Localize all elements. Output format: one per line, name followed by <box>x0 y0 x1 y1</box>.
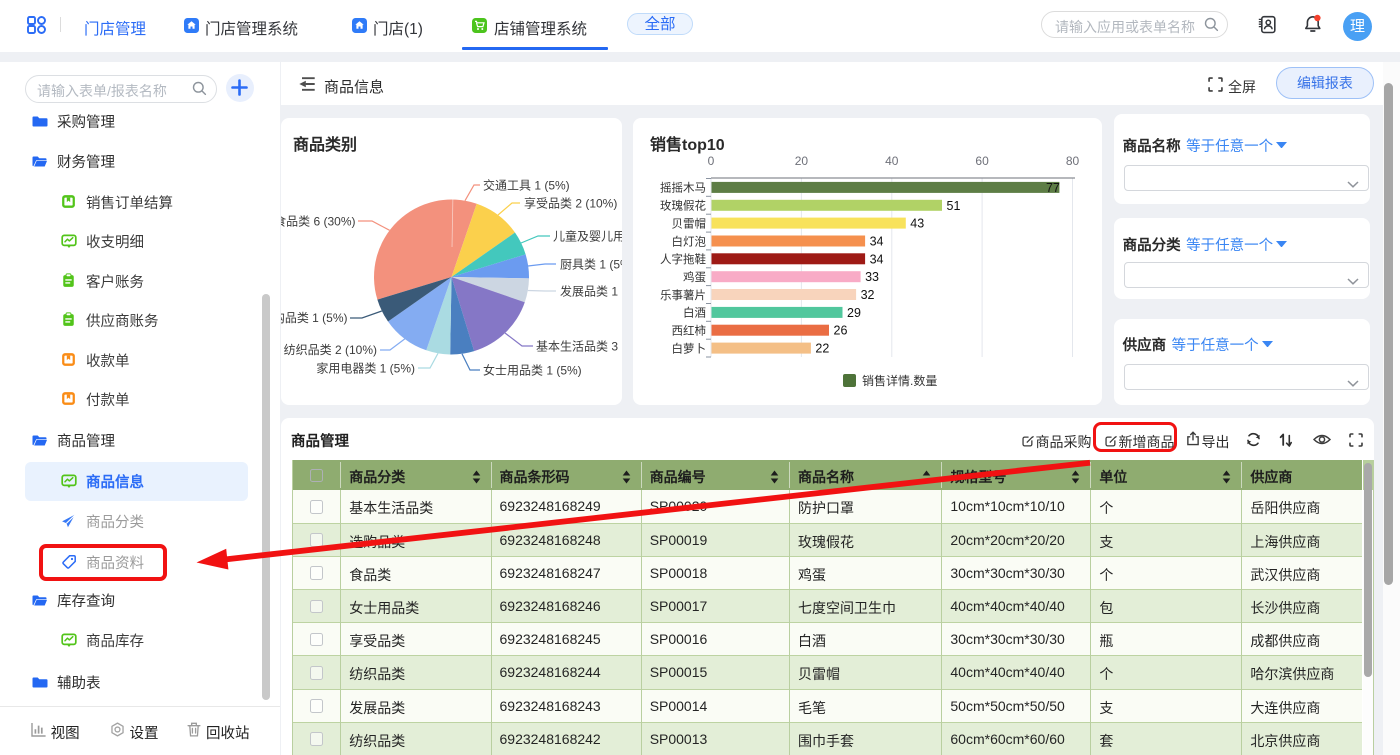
svg-text:玫瑰假花: 玫瑰假花 <box>660 199 706 213</box>
svg-text:34: 34 <box>870 235 884 249</box>
svg-text:食品类 6 (30%): 食品类 6 (30%) <box>281 214 356 229</box>
svg-text:厨具类 1 (5%): 厨具类 1 (5%) <box>560 258 622 272</box>
svg-text:0: 0 <box>708 154 715 168</box>
svg-text:发展品类 1 (5%): 发展品类 1 (5%) <box>560 284 622 299</box>
svg-text:32: 32 <box>861 288 875 302</box>
svg-text:基本生活品类 3 (15%): 基本生活品类 3 (15%) <box>536 340 622 354</box>
svg-text:西红柿: 西红柿 <box>672 324 707 338</box>
svg-text:女士用品类 1 (5%): 女士用品类 1 (5%) <box>483 363 582 378</box>
svg-text:80: 80 <box>1066 154 1080 168</box>
svg-text:白萝卜: 白萝卜 <box>672 341 707 355</box>
svg-text:26: 26 <box>834 324 848 338</box>
svg-text:摇摇木马: 摇摇木马 <box>660 181 706 195</box>
svg-text:20: 20 <box>795 154 809 168</box>
svg-text:纺织品类 2 (10%): 纺织品类 2 (10%) <box>284 343 377 357</box>
svg-text:人字拖鞋: 人字拖鞋 <box>660 252 706 266</box>
svg-text:购品类 1 (5%): 购品类 1 (5%) <box>281 310 348 325</box>
svg-text:34: 34 <box>870 252 884 266</box>
svg-text:白灯泡: 白灯泡 <box>672 234 707 248</box>
svg-text:鸡蛋: 鸡蛋 <box>683 270 706 284</box>
svg-text:51: 51 <box>947 199 961 213</box>
svg-text:儿童及婴儿用品类 1: 儿童及婴儿用品类 1 <box>553 229 622 244</box>
svg-text:40: 40 <box>885 154 899 168</box>
svg-text:贝雷帽: 贝雷帽 <box>672 217 707 230</box>
svg-text:22: 22 <box>815 342 829 356</box>
svg-text:白酒: 白酒 <box>683 306 706 320</box>
svg-text:家用电器类 1 (5%): 家用电器类 1 (5%) <box>316 361 415 376</box>
svg-text:60: 60 <box>975 154 989 168</box>
svg-text:交通工具 1 (5%): 交通工具 1 (5%) <box>483 178 570 193</box>
svg-text:销售详情.数量: 销售详情.数量 <box>862 373 937 388</box>
svg-text:33: 33 <box>865 270 879 284</box>
svg-text:43: 43 <box>910 217 924 231</box>
svg-text:29: 29 <box>847 306 861 320</box>
svg-text:77: 77 <box>1046 181 1060 195</box>
svg-text:乐事薯片: 乐事薯片 <box>660 289 706 302</box>
svg-text:享受品类 2 (10%): 享受品类 2 (10%) <box>524 196 617 211</box>
